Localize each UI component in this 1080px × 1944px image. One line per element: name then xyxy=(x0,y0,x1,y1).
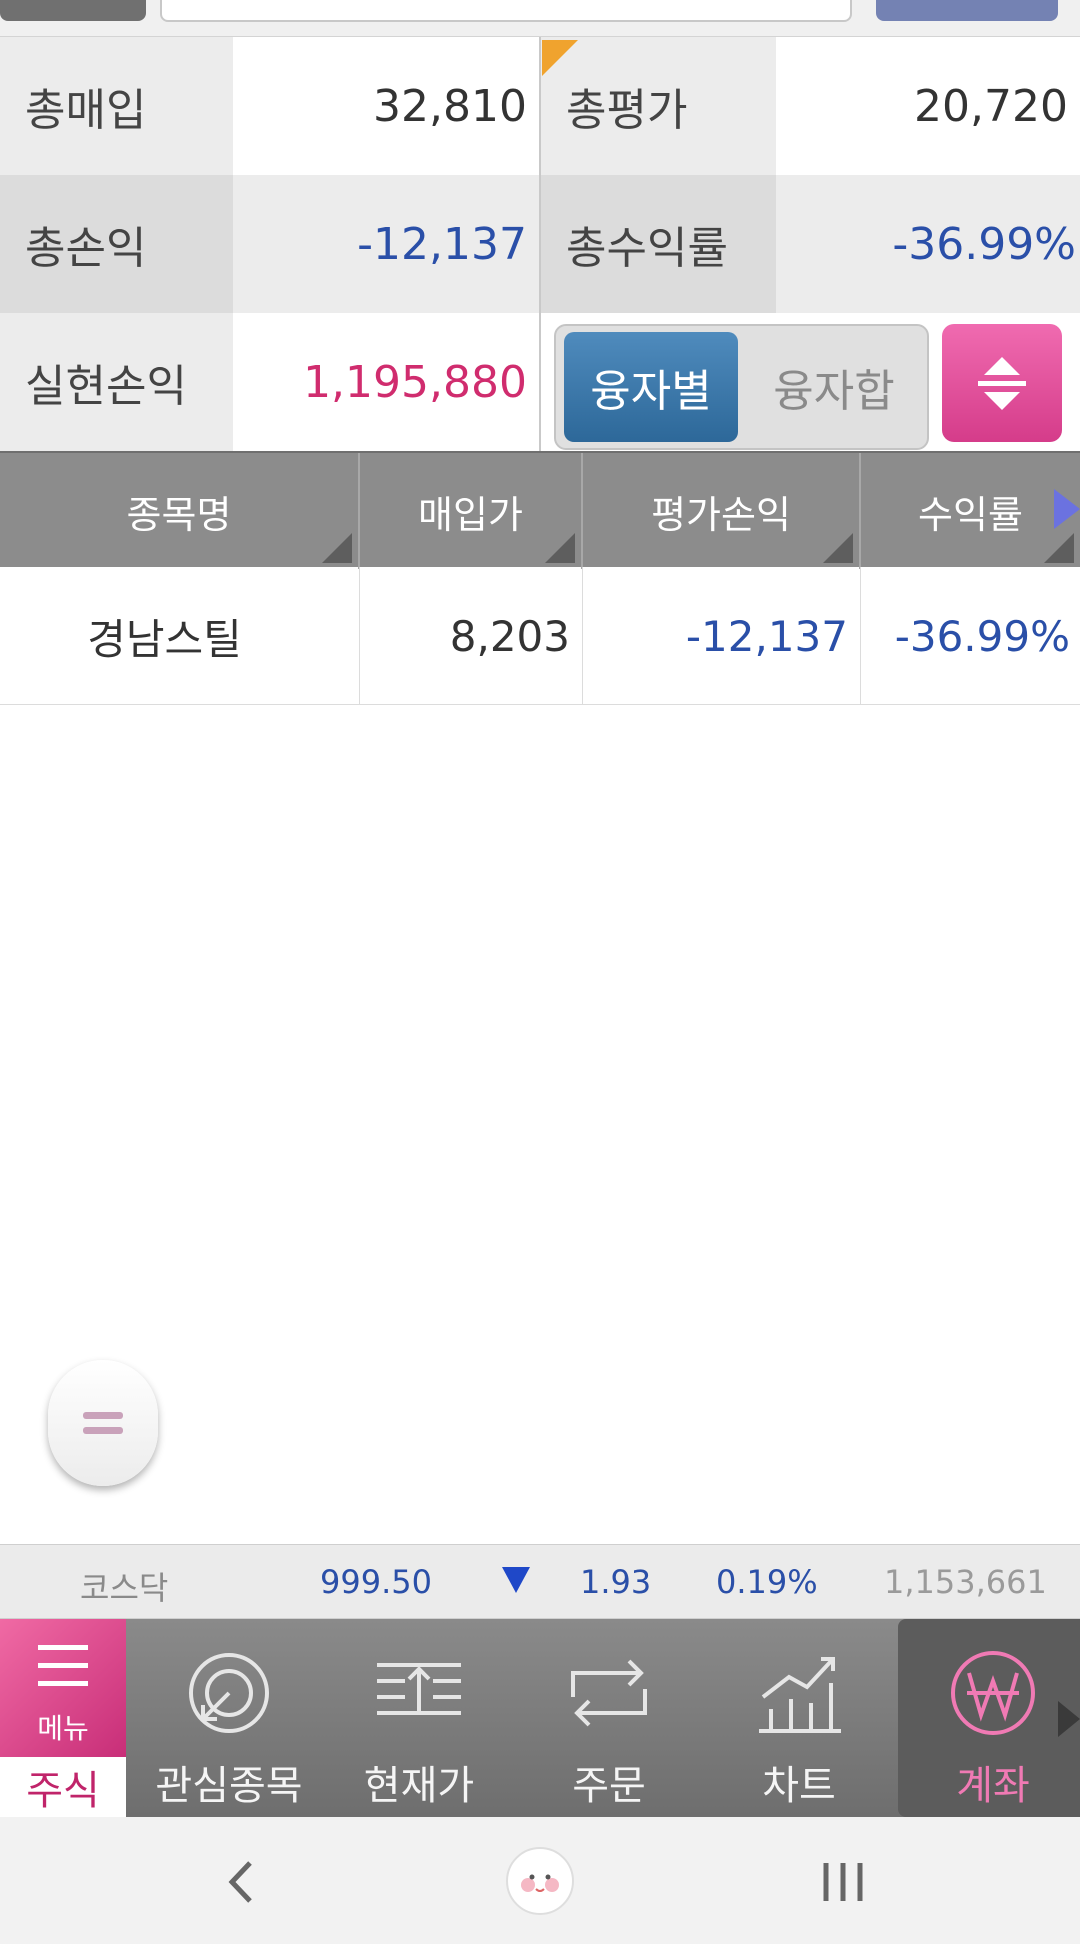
stock-label: 주식 xyxy=(0,1757,126,1817)
index-value: 999.50 xyxy=(320,1563,432,1601)
watchlist-icon xyxy=(189,1653,269,1733)
menu-button[interactable]: 메뉴 주식 xyxy=(0,1619,126,1817)
sort-down-icon xyxy=(984,391,1020,410)
nav-watchlist[interactable]: 관심종목 xyxy=(134,1619,324,1817)
sort-corner-icon xyxy=(1044,533,1074,563)
account-selector[interactable] xyxy=(160,0,852,22)
stock-name-cell: 경남스틸 xyxy=(0,567,360,705)
index-change: 1.93 xyxy=(580,1563,652,1601)
recent-apps-icon[interactable] xyxy=(820,1857,866,1907)
index-ticker[interactable]: 코스닥 999.50 1.93 0.19% 1,153,661 xyxy=(0,1544,1080,1619)
total-eval-value: 20,720 xyxy=(776,37,1080,175)
nav-label: 현재가 xyxy=(363,1763,475,1809)
eval-pl-cell: -12,137 xyxy=(583,567,861,705)
sort-button[interactable] xyxy=(942,324,1062,442)
nav-chart[interactable]: 차트 xyxy=(704,1619,894,1817)
floating-menu-button[interactable] xyxy=(48,1360,158,1486)
return-cell: -36.99% xyxy=(894,611,1070,661)
back-icon[interactable] xyxy=(220,1857,260,1907)
nav-label: 주문 xyxy=(572,1763,646,1809)
corner-marker-icon xyxy=(542,40,578,76)
index-change-pct: 0.19% xyxy=(716,1563,818,1601)
system-nav-bar xyxy=(0,1817,1080,1944)
index-volume: 1,153,661 xyxy=(884,1563,1047,1601)
table-row[interactable]: 경남스틸 8,203 -12,137 -36.99% xyxy=(0,567,1080,705)
price-list-icon xyxy=(377,1663,461,1715)
header-buy-price[interactable]: 매입가 xyxy=(360,453,583,569)
column-divider xyxy=(539,37,541,451)
sort-corner-icon xyxy=(545,533,575,563)
by-loan-tab[interactable]: 융자별 xyxy=(564,332,738,442)
nav-order[interactable]: 주문 xyxy=(514,1619,704,1817)
total-return-value: -36.99% xyxy=(776,175,1080,313)
buy-price-cell: 8,203 xyxy=(360,567,583,705)
total-pl-label: 총손익 xyxy=(0,175,233,313)
nav-account[interactable]: 계좌 xyxy=(898,1619,1080,1817)
nav-label: 차트 xyxy=(762,1763,836,1809)
realized-pl-value: 1,195,880 xyxy=(233,313,539,451)
sort-up-icon xyxy=(984,356,1020,375)
nav-more-icon[interactable] xyxy=(1058,1701,1080,1737)
total-purchase-value: 32,810 xyxy=(233,37,539,175)
header-eval-pl[interactable]: 평가손익 xyxy=(583,453,861,569)
chart-icon xyxy=(759,1657,841,1733)
nav-label: 계좌 xyxy=(956,1763,1030,1809)
nav-label: 관심종목 xyxy=(155,1763,303,1809)
down-arrow-icon xyxy=(502,1567,530,1593)
header-return[interactable]: 수익률 xyxy=(861,453,1080,569)
top-left-button[interactable] xyxy=(0,0,146,21)
total-pl-value: -12,137 xyxy=(233,175,539,313)
won-icon xyxy=(951,1651,1035,1735)
holdings-table-header: 종목명 매입가 평가손익 수익률 xyxy=(0,451,1080,569)
loan-sum-tab[interactable]: 융자합 xyxy=(744,332,924,442)
realized-pl-label: 실현손익 xyxy=(0,313,233,451)
index-name: 코스닥 xyxy=(80,1569,169,1607)
bottom-nav: 메뉴 주식 관심종목 현재가 주문 차트 계좌 xyxy=(0,1619,1080,1817)
top-right-button[interactable] xyxy=(876,0,1058,21)
total-purchase-label: 총매입 xyxy=(0,37,233,175)
scroll-right-icon[interactable] xyxy=(1054,489,1080,529)
header-stock-name[interactable]: 종목명 xyxy=(0,453,360,569)
sort-corner-icon xyxy=(823,533,853,563)
account-summary: 총매입 32,810 총평가 20,720 총손익 -12,137 총수익률 -… xyxy=(0,37,1080,451)
loan-toggle: 융자별 융자합 xyxy=(554,324,929,450)
home-icon[interactable] xyxy=(504,1845,576,1917)
menu-label: 메뉴 xyxy=(37,1712,89,1745)
top-controls xyxy=(0,0,1080,37)
nav-current-price[interactable]: 현재가 xyxy=(324,1619,514,1817)
total-return-label: 총수익률 xyxy=(541,175,776,313)
hamburger-icon xyxy=(38,1645,88,1650)
sort-corner-icon xyxy=(322,533,352,563)
exchange-icon xyxy=(571,1659,647,1727)
